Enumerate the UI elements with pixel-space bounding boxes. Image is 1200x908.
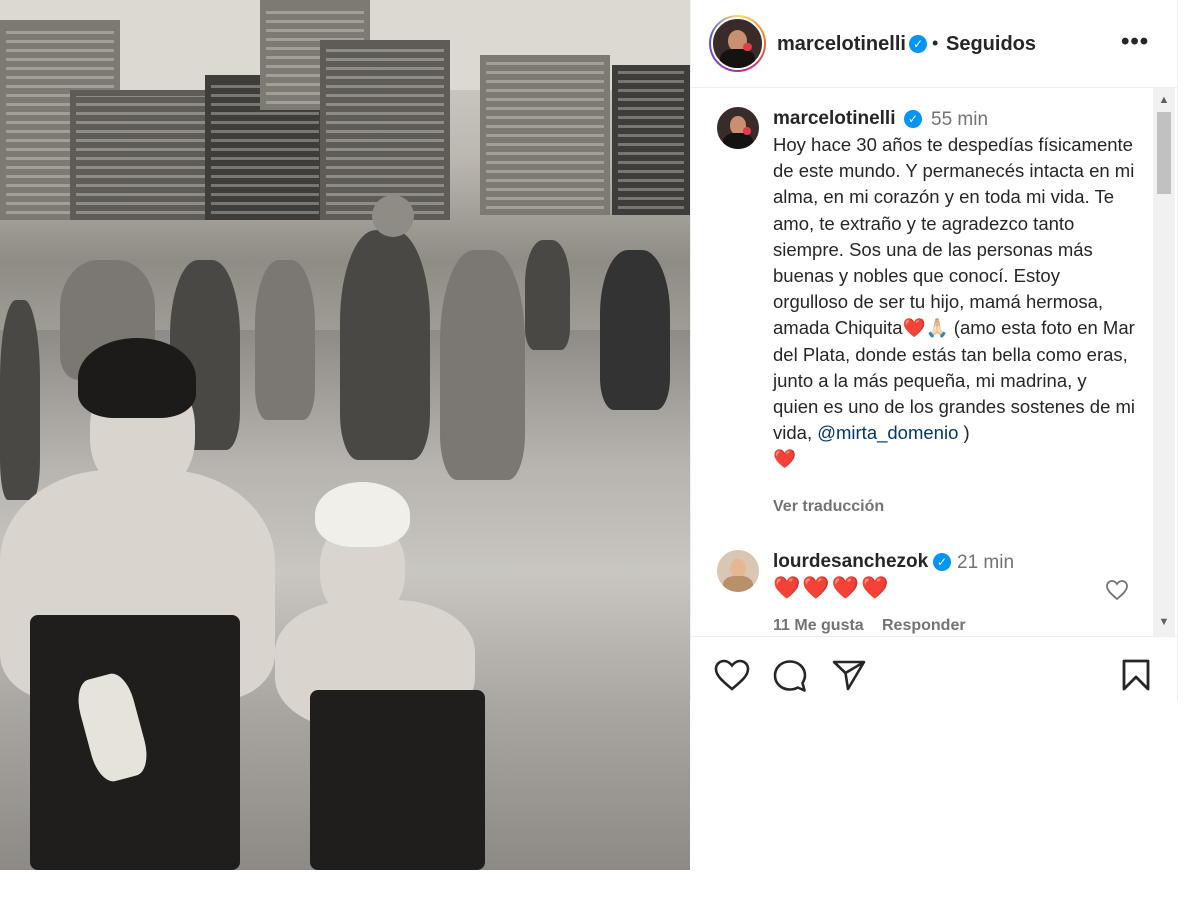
photo-girl-swimsuit bbox=[310, 690, 485, 870]
comment-like-icon[interactable] bbox=[1105, 579, 1129, 601]
see-translation-button[interactable]: Ver traducción bbox=[773, 498, 884, 516]
bookmark-icon[interactable] bbox=[1121, 659, 1151, 691]
caption-emojis: ❤️🙏🏻 bbox=[902, 317, 949, 339]
scrollbar-thumb[interactable] bbox=[1157, 112, 1171, 194]
caption-heart: ❤️ bbox=[773, 448, 797, 470]
photo-bather bbox=[0, 300, 40, 500]
comments-section: marcelotinelli ✓ 55 min Hoy hace 30 años… bbox=[691, 88, 1177, 637]
photo-building bbox=[320, 40, 450, 220]
caption-time[interactable]: 55 min bbox=[931, 109, 988, 131]
comment-time[interactable]: 21 min bbox=[957, 552, 1014, 574]
photo-bather bbox=[255, 260, 315, 420]
avatar bbox=[715, 548, 761, 594]
verified-badge-icon: ✓ bbox=[933, 553, 951, 571]
photo-building bbox=[612, 65, 690, 215]
caption-username[interactable]: marcelotinelli bbox=[773, 108, 896, 130]
comment-avatar[interactable] bbox=[715, 548, 761, 594]
send-icon[interactable] bbox=[832, 659, 866, 691]
photo-bather bbox=[525, 240, 570, 350]
heart-icon[interactable] bbox=[714, 659, 750, 691]
more-icon[interactable]: ••• bbox=[1121, 28, 1149, 56]
post-photo[interactable] bbox=[0, 0, 690, 870]
photo-woman-hair bbox=[78, 338, 196, 418]
comments-scrollbar[interactable]: ▲ ▼ bbox=[1153, 88, 1175, 636]
photo-bather bbox=[340, 230, 430, 460]
photo-bather-head bbox=[372, 195, 414, 237]
post-header: marcelotinelli ✓ • Seguidos ••• bbox=[691, 0, 1177, 88]
scroll-down-icon[interactable]: ▼ bbox=[1153, 616, 1175, 628]
verified-badge-icon: ✓ bbox=[909, 35, 927, 53]
separator-dot: • bbox=[932, 33, 939, 53]
comment-text: ❤️❤️❤️❤️ bbox=[773, 575, 891, 600]
comment-username[interactable]: lourdesanchezok bbox=[773, 551, 928, 573]
caption-end: ) bbox=[958, 422, 970, 444]
photo-building bbox=[480, 55, 610, 215]
photo-bather bbox=[440, 250, 525, 480]
photo-building bbox=[70, 90, 220, 220]
photo-girl-cap bbox=[315, 482, 410, 547]
mention-link[interactable]: @mirta_domenio bbox=[817, 422, 958, 443]
verified-badge-icon: ✓ bbox=[904, 110, 922, 128]
author-avatar-ring[interactable] bbox=[709, 15, 766, 72]
avatar bbox=[715, 105, 761, 151]
comment-reply-button[interactable]: Responder bbox=[882, 617, 966, 635]
caption-avatar[interactable] bbox=[715, 105, 761, 151]
avatar bbox=[711, 17, 764, 70]
post-panel: marcelotinelli ✓ • Seguidos ••• marcelot… bbox=[690, 0, 1178, 701]
comment-likes[interactable]: 11 Me gusta bbox=[773, 617, 864, 635]
caption-text: Hoy hace 30 años te despedías físicament… bbox=[773, 132, 1135, 473]
follow-status-button[interactable]: Seguidos bbox=[946, 33, 1036, 56]
caption-body: Hoy hace 30 años te despedías físicament… bbox=[773, 134, 1135, 339]
header-username[interactable]: marcelotinelli bbox=[777, 33, 906, 56]
comment-icon[interactable] bbox=[773, 659, 807, 693]
scroll-up-icon[interactable]: ▲ bbox=[1153, 94, 1175, 106]
post-actions bbox=[691, 637, 1177, 701]
photo-bather bbox=[600, 250, 670, 410]
